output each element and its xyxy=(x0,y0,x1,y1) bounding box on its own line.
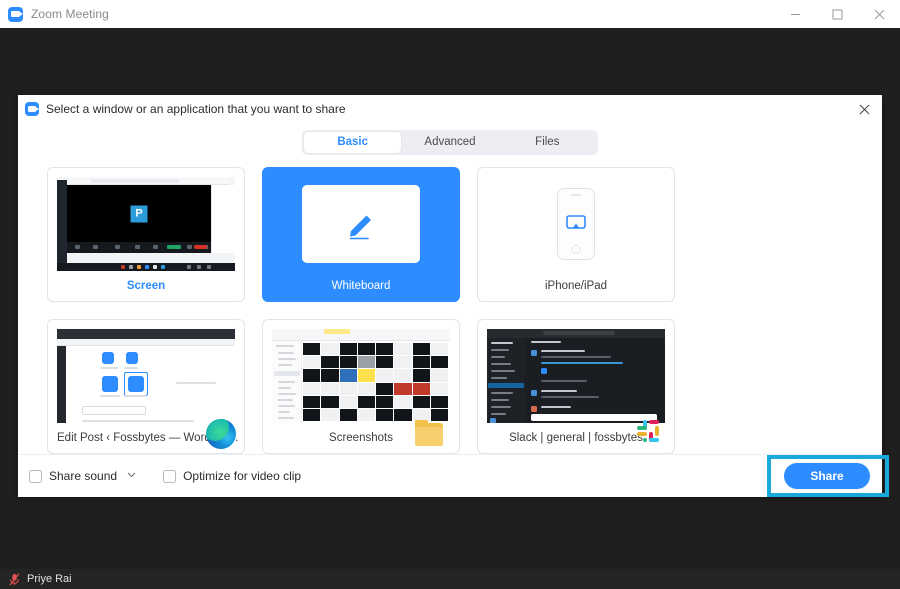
share-button[interactable]: Share xyxy=(784,463,870,489)
optimize-video-checkbox[interactable] xyxy=(163,469,177,483)
optimize-video-option[interactable]: Optimize for video clip xyxy=(163,469,301,483)
share-card-iphone-ipad[interactable]: iPhone/iPad xyxy=(477,167,675,302)
share-sound-label: Share sound xyxy=(49,469,118,483)
share-sound-option[interactable]: Share sound xyxy=(29,469,136,483)
zoom-logo-icon xyxy=(25,102,39,116)
tab-advanced[interactable]: Advanced xyxy=(401,132,498,153)
dialog-title: Select a window or an application that y… xyxy=(46,102,346,116)
zoom-logo-icon xyxy=(8,6,23,22)
dialog-close-icon[interactable] xyxy=(846,95,882,123)
share-card-wordpress[interactable]: Edit Post ‹ Fossbytes — WordPre... xyxy=(47,319,245,454)
maximize-icon[interactable] xyxy=(816,0,858,28)
tab-basic[interactable]: Basic xyxy=(304,132,402,153)
dialog-footer: Share sound Optimize for video clip Shar… xyxy=(18,454,882,497)
share-dialog: Select a window or an application that y… xyxy=(18,95,882,497)
iphone-airplay-icon xyxy=(487,177,665,271)
wordpress-editor-preview xyxy=(57,329,235,423)
chevron-down-icon[interactable] xyxy=(127,471,136,481)
share-card-screenshots[interactable]: Screenshots xyxy=(262,319,460,454)
window-controls xyxy=(774,0,900,28)
window-title: Zoom Meeting xyxy=(31,7,109,21)
share-card-label: Screen xyxy=(126,280,166,292)
share-source-grid: P Screen Whiteboard iPhone/iPad Edit Pos… xyxy=(47,167,882,454)
tab-files[interactable]: Files xyxy=(499,132,596,153)
slack-window-preview xyxy=(487,329,665,423)
folder-icon xyxy=(415,419,451,449)
optimize-video-label: Optimize for video clip xyxy=(183,469,302,483)
share-card-screen[interactable]: P Screen xyxy=(47,167,245,302)
share-button-wrapper: Share xyxy=(784,463,870,489)
participant-name: Priye Rai xyxy=(27,573,72,585)
share-sound-checkbox[interactable] xyxy=(29,469,42,483)
share-card-label: iPhone/iPad xyxy=(544,280,608,292)
file-explorer-preview xyxy=(272,329,450,423)
microphone-muted-icon[interactable] xyxy=(9,572,20,586)
window-titlebar: Zoom Meeting xyxy=(0,0,900,28)
dialog-header: Select a window or an application that y… xyxy=(18,95,882,123)
minimize-icon[interactable] xyxy=(774,0,816,28)
share-card-whiteboard[interactable]: Whiteboard xyxy=(262,167,460,302)
share-card-slack[interactable]: Slack | general | fossbytes xyxy=(477,319,675,454)
dialog-tabs: Basic Advanced Files xyxy=(18,130,882,155)
desktop-screen-preview: P xyxy=(57,177,235,271)
slack-icon xyxy=(636,419,666,449)
close-icon[interactable] xyxy=(858,0,900,28)
microsoft-edge-icon xyxy=(206,419,236,449)
meeting-statusbar: Priye Rai xyxy=(0,569,900,589)
share-card-label: Whiteboard xyxy=(331,280,391,292)
whiteboard-pencil-icon xyxy=(272,177,450,271)
